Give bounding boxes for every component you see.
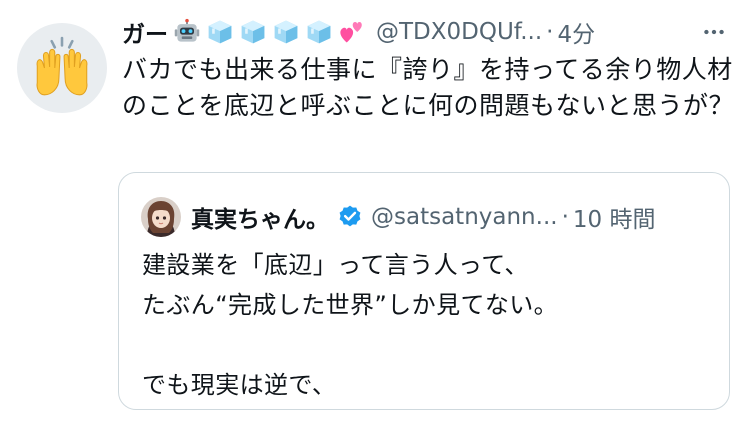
raising-hands-emoji-icon [36,36,88,96]
tweet-timestamp[interactable]: 4分 [557,15,595,49]
quoted-text-line [142,325,712,365]
author-display-name[interactable]: ガー [122,15,168,49]
quoted-tweet-card[interactable]: 真実ちゃん。 @satsatnyann... · 10 時間 建設業を「底辺」っ… [118,172,730,410]
more-options-button[interactable] [696,14,732,50]
quoted-author-avatar[interactable] [141,197,181,237]
quoted-author-handle[interactable]: @satsatnyann... [371,204,558,230]
tweet-header: ガー @TDX0DQUf... · 4分 [122,12,740,52]
ice-cube-emoji-icon [304,17,334,47]
author-avatar[interactable] [17,23,107,113]
ice-cube-emoji-icon [205,17,235,47]
separator-dot: · [546,19,554,45]
ice-cube-emoji-icon [271,17,301,47]
quoted-tweet-text: 建設業を「底辺」って言う人って、 たぶん“完成した世界”しか見てない。 でも現実… [142,245,712,405]
ice-cube-emoji-icon [238,17,268,47]
quoted-text-line: 建設業を「底辺」って言う人って、 [142,251,529,279]
tweet-text: バカでも出来る仕事に『誇り』を持ってる余り物人材のことを底辺と呼ぶことに何の問題… [122,55,735,120]
two-hearts-emoji-icon [337,17,367,47]
quoted-text-line: たぶん“完成した世界”しか見てない。 [142,291,559,319]
ellipsis-icon [704,29,724,35]
quoted-text-line: でも現実は逆で、 [142,371,337,399]
author-handle[interactable]: @TDX0DQUf... [376,19,542,45]
quoted-tweet-header: 真実ちゃん。 @satsatnyann... · 10 時間 [141,195,717,239]
quoted-author-display-name[interactable]: 真実ちゃん。 [191,200,329,234]
name-emojis [172,17,370,47]
verified-badge-icon [339,205,361,227]
quoted-tweet-timestamp[interactable]: 10 時間 [573,200,656,234]
quoted-separator-dot: · [561,204,569,230]
robot-emoji-icon [172,17,202,47]
